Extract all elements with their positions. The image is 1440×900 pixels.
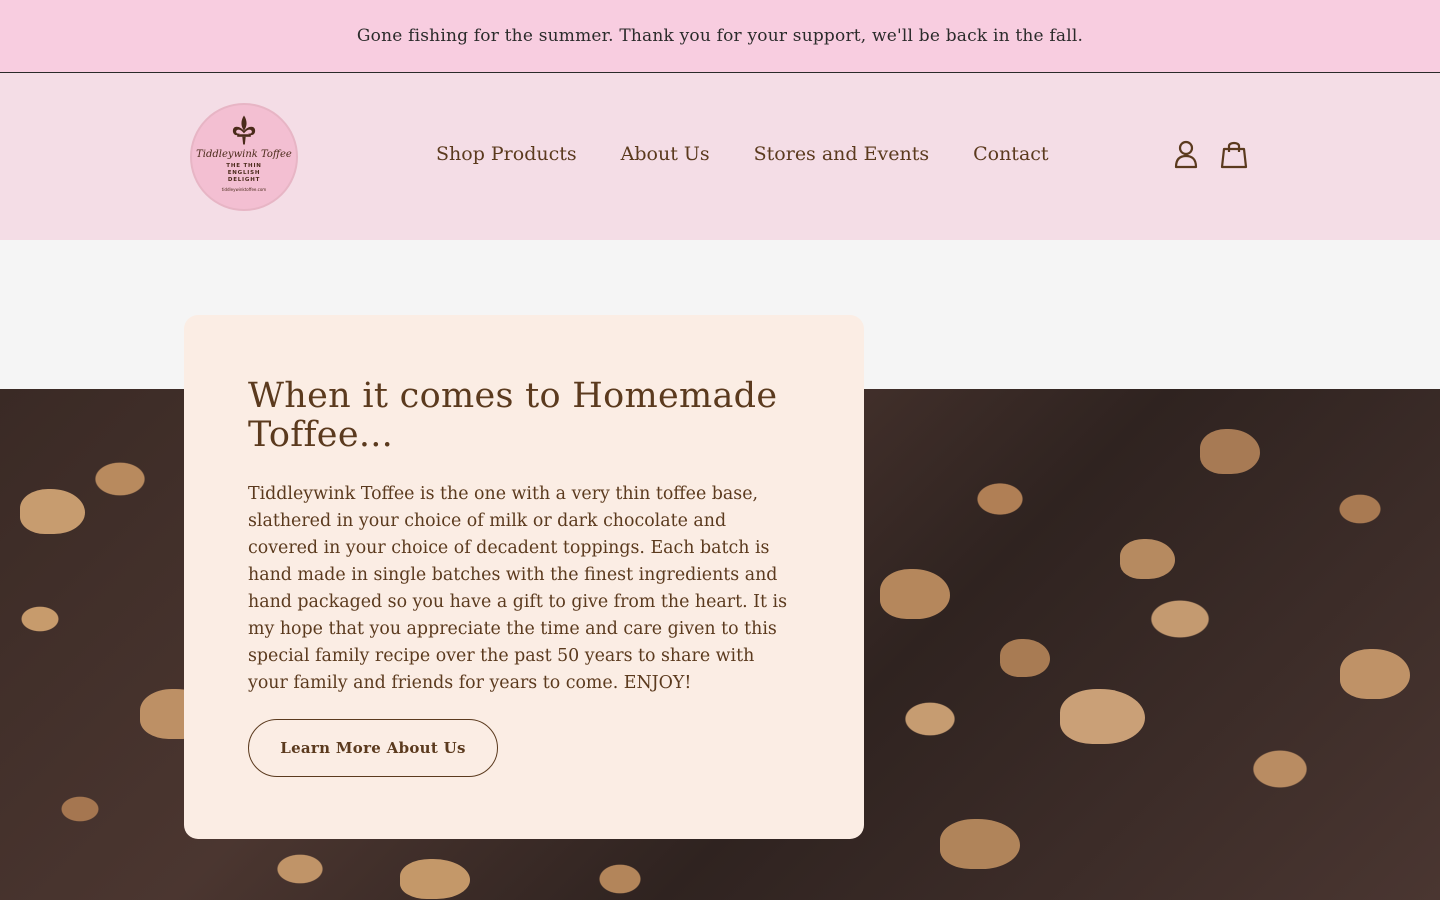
nav-item-stores-and-events[interactable]: Stores and Events <box>754 143 929 165</box>
logo-url: tiddleywinktoffee.com <box>221 187 267 192</box>
hero-body: Tiddleywink Toffee is the one with a ver… <box>248 484 788 693</box>
fleur-de-lis-icon <box>232 115 256 145</box>
announcement-text: Gone fishing for the summer. Thank you f… <box>356 26 1084 46</box>
nav-item-about-us[interactable]: About Us <box>621 143 710 165</box>
account-icon[interactable] <box>1172 139 1200 169</box>
announcement-bar: Gone fishing for the summer. Thank you f… <box>0 0 1440 73</box>
site-header: Tiddleywink Toffee THE THIN ENGLISH DELI… <box>0 73 1440 240</box>
logo-brand-text: Tiddleywink Toffee <box>196 149 292 160</box>
hero-card: When it comes to Homemade Toffee... Tidd… <box>184 315 864 839</box>
learn-more-button[interactable]: Learn More About Us <box>248 719 498 777</box>
logo-tagline: THE THIN ENGLISH DELIGHT <box>226 163 262 183</box>
nav-item-contact[interactable]: Contact <box>973 143 1048 165</box>
header-icons <box>1172 139 1248 169</box>
main-nav: Shop Products About Us Stores and Events… <box>436 143 1093 165</box>
nav-item-shop-products[interactable]: Shop Products <box>436 143 577 165</box>
site-logo[interactable]: Tiddleywink Toffee THE THIN ENGLISH DELI… <box>190 103 298 211</box>
hero-title: When it comes to Homemade Toffee... <box>248 376 778 455</box>
cart-icon[interactable] <box>1220 139 1248 169</box>
